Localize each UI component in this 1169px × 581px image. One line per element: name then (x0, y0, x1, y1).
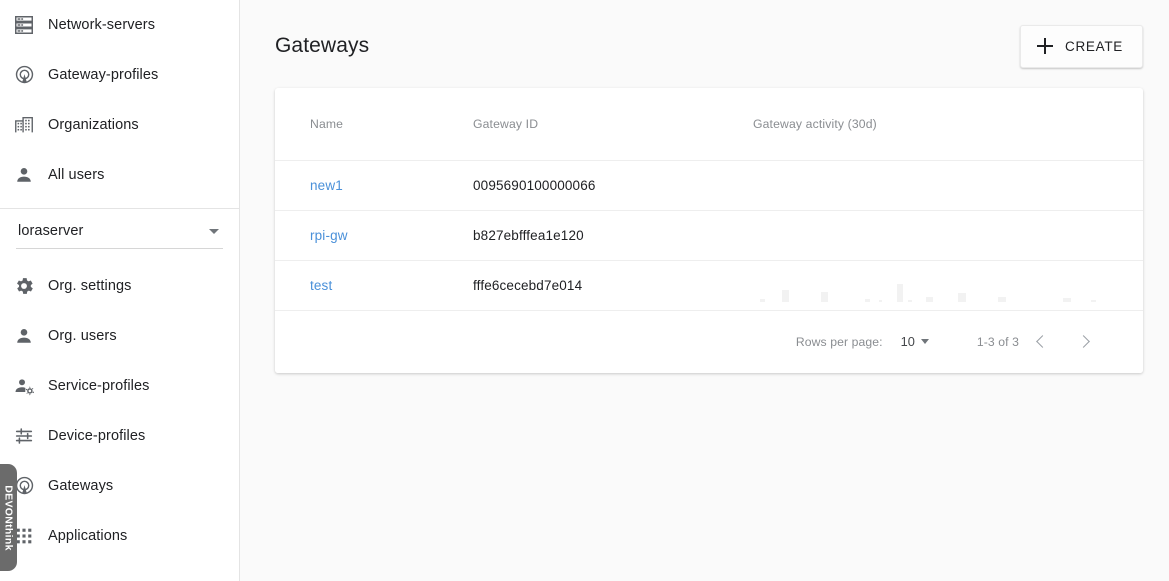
chevron-down-icon (920, 339, 929, 344)
previous-page-button[interactable] (1019, 320, 1063, 364)
activity-sparkline (753, 218, 1113, 252)
create-button-label: CREATE (1065, 38, 1123, 54)
chevron-right-icon (1077, 335, 1090, 348)
sidebar-item-label: All users (48, 167, 105, 183)
settings-gear-icon (0, 275, 48, 297)
business-icon (0, 114, 48, 136)
sidebar-item-all-users[interactable]: All users (0, 150, 239, 200)
activity-bar (897, 284, 903, 302)
sidebar-item-service-profiles[interactable]: Service-profiles (0, 361, 239, 411)
pagination-bar: Rows per page: 10 1-3 of 3 (275, 310, 1143, 373)
activity-bar (864, 299, 870, 302)
sidebar-item-label: Org. settings (48, 278, 132, 294)
sidebar-item-applications[interactable]: Applications (0, 511, 239, 561)
gateways-table: Name Gateway ID Gateway activity (30d) n… (275, 88, 1143, 311)
activity-bar (879, 300, 882, 302)
router-icon (0, 64, 48, 87)
cell-activity (753, 260, 1143, 311)
tune-sliders-icon (0, 425, 48, 447)
sidebar-item-label: Applications (48, 528, 128, 544)
cell-gateway-id: 0095690100000066 (473, 160, 753, 211)
organization-selector[interactable]: loraserver (16, 223, 223, 249)
sidebar-item-network-servers[interactable]: Network-servers (0, 0, 239, 50)
sidebar-item-label: Org. users (48, 328, 117, 344)
next-page-button[interactable] (1063, 320, 1107, 364)
rows-per-page-select[interactable]: 10 (901, 334, 929, 349)
table-header-row: Name Gateway ID Gateway activity (30d) (275, 88, 1143, 161)
rows-per-page-value: 10 (900, 334, 915, 349)
activity-bar (958, 293, 967, 302)
org-selector-wrap: loraserver (0, 209, 239, 249)
activity-bar (821, 292, 829, 302)
cell-name: test (275, 260, 473, 311)
sidebar-bottom-nav: Org. settings Org. users Service-profile… (0, 261, 239, 561)
chevron-down-icon (209, 228, 219, 234)
pagination-range-label: 1-3 of 3 (976, 334, 1019, 349)
column-header-activity: Gateway activity (30d) (753, 88, 1143, 161)
sidebar-item-label: Device-profiles (48, 428, 146, 444)
table-row[interactable]: test fffe6cecebd7e014 (275, 260, 1143, 311)
sidebar: Network-servers Gateway-profiles Organiz… (0, 0, 240, 581)
table-head: Name Gateway ID Gateway activity (30d) (275, 88, 1143, 161)
sidebar-item-label: Gateway-profiles (48, 67, 159, 83)
person-gear-icon (0, 375, 48, 398)
storage-icon (0, 14, 48, 36)
main-content: Gateways CREATE Name Gateway ID Gateway … (240, 0, 1169, 581)
activity-bar (781, 290, 789, 302)
cell-activity (753, 210, 1143, 261)
sidebar-item-label: Service-profiles (48, 378, 150, 394)
cell-activity (753, 160, 1143, 211)
table-row[interactable]: new1 0095690100000066 (275, 160, 1143, 211)
cell-name: new1 (275, 160, 473, 211)
cell-name: rpi-gw (275, 210, 473, 261)
app-root: Network-servers Gateway-profiles Organiz… (0, 0, 1169, 581)
table-body: new1 0095690100000066 rpi-gw b827ebfffea… (275, 160, 1143, 311)
sidebar-item-label: Network-servers (48, 17, 156, 33)
gateway-link[interactable]: test (310, 278, 332, 293)
chevron-left-icon (1036, 335, 1049, 348)
gateway-link[interactable]: new1 (310, 178, 343, 193)
table-row[interactable]: rpi-gw b827ebfffea1e120 (275, 210, 1143, 261)
sidebar-item-gateway-profiles[interactable]: Gateway-profiles (0, 50, 239, 100)
devonthink-side-tab[interactable]: DEVONthink (0, 464, 17, 571)
sidebar-item-label: Organizations (48, 117, 139, 133)
column-header-gateway-id: Gateway ID (473, 88, 753, 161)
sidebar-item-organizations[interactable]: Organizations (0, 100, 239, 150)
cell-gateway-id: b827ebfffea1e120 (473, 210, 753, 261)
page-title: Gateways (275, 34, 370, 57)
activity-bar (997, 297, 1006, 302)
activity-bar (1062, 298, 1071, 302)
activity-bar (907, 300, 912, 302)
person-icon (0, 325, 48, 347)
activity-sparkline (753, 268, 1113, 302)
person-icon (0, 164, 48, 186)
sidebar-top-nav: Network-servers Gateway-profiles Organiz… (0, 0, 239, 200)
rows-per-page-label: Rows per page: (795, 334, 883, 349)
organization-selector-value: loraserver (18, 223, 84, 239)
sidebar-item-device-profiles[interactable]: Device-profiles (0, 411, 239, 461)
sidebar-item-org-settings[interactable]: Org. settings (0, 261, 239, 311)
column-header-name: Name (275, 88, 473, 161)
create-button[interactable]: CREATE (1020, 24, 1143, 68)
gateway-link[interactable]: rpi-gw (310, 228, 348, 243)
activity-bar (1091, 300, 1097, 302)
cell-gateway-id: fffe6cecebd7e014 (473, 260, 753, 311)
gateways-card: Name Gateway ID Gateway activity (30d) n… (275, 88, 1143, 373)
devonthink-side-tab-label: DEVONthink (2, 484, 15, 551)
sidebar-item-gateways[interactable]: Gateways (0, 461, 239, 511)
activity-sparkline (753, 168, 1113, 202)
page-header: Gateways CREATE (240, 0, 1169, 68)
sidebar-item-org-users[interactable]: Org. users (0, 311, 239, 361)
activity-bar (925, 297, 933, 302)
plus-icon (1037, 38, 1054, 54)
activity-bar (760, 299, 766, 302)
sidebar-item-label: Gateways (48, 478, 114, 494)
